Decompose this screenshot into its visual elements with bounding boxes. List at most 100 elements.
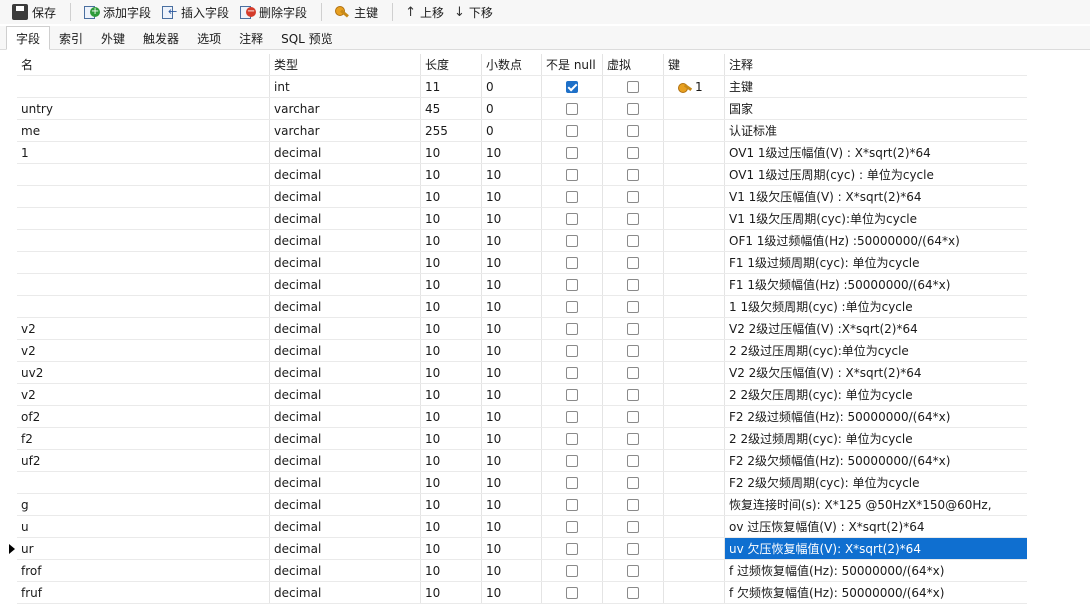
tab-fields[interactable]: 字段 <box>6 26 51 50</box>
field-type-cell[interactable]: decimal <box>270 296 421 317</box>
field-type-cell[interactable]: decimal <box>270 142 421 163</box>
tab-sql-preview[interactable]: SQL 预览 <box>272 27 342 49</box>
field-comment-cell[interactable]: 2 2级过频周期(cyc): 单位为cycle <box>725 428 1027 449</box>
field-decimals-cell[interactable]: 0 <box>482 120 542 141</box>
virtual-checkbox[interactable] <box>627 345 639 357</box>
key-cell[interactable] <box>664 274 725 295</box>
field-comment-cell[interactable]: OV1 1级过压幅值(V) : X*sqrt(2)*64 <box>725 142 1027 163</box>
field-comment-cell[interactable]: 认证标准 <box>725 120 1027 141</box>
field-decimals-cell[interactable]: 10 <box>482 560 542 581</box>
table-row[interactable]: v2 decimal 10 10 2 2级欠压周期(cyc): 单位为cycle <box>17 384 1027 406</box>
field-name-cell[interactable] <box>17 230 270 251</box>
field-name-cell[interactable]: v2 <box>17 384 270 405</box>
key-cell[interactable] <box>664 252 725 273</box>
field-comment-cell[interactable]: F2 2级欠频周期(cyc): 单位为cycle <box>725 472 1027 493</box>
key-cell[interactable] <box>664 362 725 383</box>
field-name-cell[interactable]: fruf <box>17 582 270 603</box>
key-cell[interactable] <box>664 384 725 405</box>
table-row[interactable]: v2 decimal 10 10 V2 2级过压幅值(V) :X*sqrt(2)*64 <box>17 318 1027 340</box>
field-comment-cell[interactable]: uv 欠压恢复幅值(V): X*sqrt(2)*64 <box>725 538 1027 559</box>
tab-triggers[interactable]: 触发器 <box>134 27 188 49</box>
field-name-cell[interactable]: v2 <box>17 318 270 339</box>
table-row[interactable]: v2 decimal 10 10 2 2级过压周期(cyc):单位为cycle <box>17 340 1027 362</box>
key-cell[interactable] <box>664 538 725 559</box>
header-length[interactable]: 长度 <box>421 54 482 75</box>
field-length-cell[interactable]: 10 <box>421 252 482 273</box>
field-type-cell[interactable]: int <box>270 76 421 97</box>
field-type-cell[interactable]: decimal <box>270 274 421 295</box>
field-length-cell[interactable]: 255 <box>421 120 482 141</box>
key-cell[interactable] <box>664 318 725 339</box>
field-type-cell[interactable]: decimal <box>270 516 421 537</box>
field-decimals-cell[interactable]: 10 <box>482 230 542 251</box>
not-null-checkbox[interactable] <box>566 455 578 467</box>
virtual-checkbox[interactable] <box>627 81 639 93</box>
field-name-cell[interactable]: me <box>17 120 270 141</box>
move-down-button[interactable]: ↓ 下移 <box>450 1 497 23</box>
table-row[interactable]: decimal 10 10 F1 1级过频周期(cyc): 单位为cycle <box>17 252 1027 274</box>
field-decimals-cell[interactable]: 10 <box>482 164 542 185</box>
not-null-checkbox[interactable] <box>566 213 578 225</box>
not-null-checkbox[interactable] <box>566 191 578 203</box>
field-type-cell[interactable]: decimal <box>270 208 421 229</box>
table-row[interactable]: decimal 10 10 V1 1级欠压周期(cyc):单位为cycle <box>17 208 1027 230</box>
field-name-cell[interactable]: g <box>17 494 270 515</box>
not-null-checkbox[interactable] <box>566 235 578 247</box>
key-cell[interactable] <box>664 120 725 141</box>
not-null-checkbox[interactable] <box>566 411 578 423</box>
key-cell[interactable] <box>664 406 725 427</box>
not-null-checkbox[interactable] <box>566 147 578 159</box>
virtual-checkbox[interactable] <box>627 499 639 511</box>
field-decimals-cell[interactable]: 10 <box>482 472 542 493</box>
virtual-checkbox[interactable] <box>627 169 639 181</box>
field-decimals-cell[interactable]: 0 <box>482 76 542 97</box>
field-name-cell[interactable]: f2 <box>17 428 270 449</box>
tab-indexes[interactable]: 索引 <box>50 27 92 49</box>
field-name-cell[interactable] <box>17 76 270 97</box>
field-name-cell[interactable] <box>17 252 270 273</box>
field-comment-cell[interactable]: 1 1级欠频周期(cyc) :单位为cycle <box>725 296 1027 317</box>
header-comment[interactable]: 注释 <box>725 54 1027 75</box>
virtual-checkbox[interactable] <box>627 543 639 555</box>
virtual-checkbox[interactable] <box>627 433 639 445</box>
save-button[interactable]: 保存 <box>8 1 60 23</box>
field-type-cell[interactable]: decimal <box>270 428 421 449</box>
field-name-cell[interactable]: u <box>17 516 270 537</box>
table-row[interactable]: u decimal 10 10 ov 过压恢复幅值(V) : X*sqrt(2)*64 <box>17 516 1027 538</box>
field-name-cell[interactable] <box>17 186 270 207</box>
not-null-checkbox[interactable] <box>566 103 578 115</box>
field-comment-cell[interactable]: OV1 1级过压周期(cyc) : 单位为cycle <box>725 164 1027 185</box>
field-name-cell[interactable] <box>17 164 270 185</box>
field-comment-cell[interactable]: ov 过压恢复幅值(V) : X*sqrt(2)*64 <box>725 516 1027 537</box>
key-cell[interactable] <box>664 340 725 361</box>
field-length-cell[interactable]: 10 <box>421 516 482 537</box>
key-cell[interactable] <box>664 208 725 229</box>
virtual-checkbox[interactable] <box>627 367 639 379</box>
virtual-checkbox[interactable] <box>627 301 639 313</box>
field-comment-cell[interactable]: f 过频恢复幅值(Hz): 50000000/(64*x) <box>725 560 1027 581</box>
not-null-checkbox[interactable] <box>566 125 578 137</box>
field-comment-cell[interactable]: 2 2级过压周期(cyc):单位为cycle <box>725 340 1027 361</box>
field-comment-cell[interactable]: F2 2级过频幅值(Hz): 50000000/(64*x) <box>725 406 1027 427</box>
table-row[interactable]: decimal 10 10 1 1级欠频周期(cyc) :单位为cycle <box>17 296 1027 318</box>
field-comment-cell[interactable]: V1 1级欠压幅值(V) : X*sqrt(2)*64 <box>725 186 1027 207</box>
field-length-cell[interactable]: 10 <box>421 208 482 229</box>
field-comment-cell[interactable]: V2 2级过压幅值(V) :X*sqrt(2)*64 <box>725 318 1027 339</box>
key-cell[interactable]: 1 <box>664 76 725 97</box>
table-row[interactable]: decimal 10 10 OV1 1级过压周期(cyc) : 单位为cycle <box>17 164 1027 186</box>
key-cell[interactable] <box>664 296 725 317</box>
key-cell[interactable] <box>664 230 725 251</box>
key-cell[interactable] <box>664 164 725 185</box>
field-decimals-cell[interactable]: 10 <box>482 450 542 471</box>
not-null-checkbox[interactable] <box>566 323 578 335</box>
field-type-cell[interactable]: decimal <box>270 406 421 427</box>
not-null-checkbox[interactable] <box>566 169 578 181</box>
virtual-checkbox[interactable] <box>627 411 639 423</box>
field-comment-cell[interactable]: 主键 <box>725 76 1027 97</box>
key-cell[interactable] <box>664 516 725 537</box>
field-type-cell[interactable]: decimal <box>270 252 421 273</box>
field-length-cell[interactable]: 10 <box>421 318 482 339</box>
key-cell[interactable] <box>664 450 725 471</box>
table-row[interactable]: of2 decimal 10 10 F2 2级过频幅值(Hz): 50000000/(6… <box>17 406 1027 428</box>
field-type-cell[interactable]: decimal <box>270 164 421 185</box>
